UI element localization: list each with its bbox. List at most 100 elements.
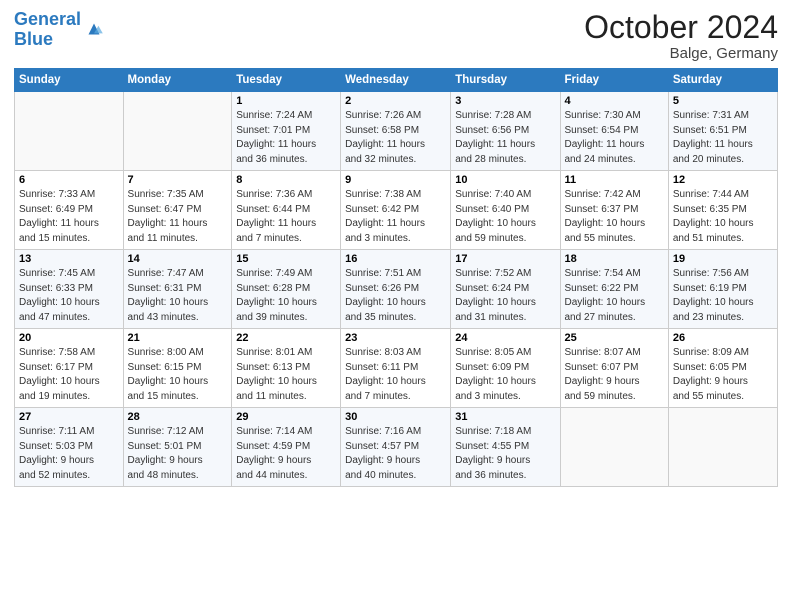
calendar-cell: 15 Sunrise: 7:49 AM Sunset: 6:28 PM Dayli… (232, 250, 341, 329)
weekday-header-sunday: Sunday (15, 69, 124, 92)
title-block: October 2024 Balge, Germany (584, 10, 778, 62)
day-number: 17 (455, 253, 555, 265)
day-info: Sunrise: 7:45 AM Sunset: 6:33 PM Dayligh… (19, 267, 119, 325)
day-info: Sunrise: 8:01 AM Sunset: 6:13 PM Dayligh… (236, 346, 336, 404)
day-info: Sunrise: 7:44 AM Sunset: 6:35 PM Dayligh… (673, 188, 773, 246)
calendar-cell (15, 92, 124, 171)
day-info: Sunrise: 7:54 AM Sunset: 6:22 PM Dayligh… (565, 267, 664, 325)
day-number: 2 (345, 95, 446, 107)
day-info: Sunrise: 7:47 AM Sunset: 6:31 PM Dayligh… (128, 267, 228, 325)
day-number: 7 (128, 174, 228, 186)
calendar-cell: 23 Sunrise: 8:03 AM Sunset: 6:11 PM Dayli… (341, 329, 451, 408)
day-number: 25 (565, 332, 664, 344)
calendar-cell: 12Sunrise: 7:44 AM Sunset: 6:35 PM Dayli… (668, 171, 777, 250)
day-number: 15 (236, 253, 336, 265)
day-number: 20 (19, 332, 119, 344)
calendar-cell: 25 Sunrise: 8:07 AM Sunset: 6:07 PM Dayli… (560, 329, 668, 408)
logo-general: General (14, 9, 81, 29)
day-number: 16 (345, 253, 446, 265)
day-number: 19 (673, 253, 773, 265)
calendar-cell: 16 Sunrise: 7:51 AM Sunset: 6:26 PM Dayli… (341, 250, 451, 329)
day-number: 18 (565, 253, 664, 265)
calendar-page: General Blue October 2024 Balge, Germany… (0, 0, 792, 612)
day-info: Sunrise: 7:12 AM Sunset: 5:01 PM Dayligh… (128, 425, 228, 483)
day-number: 21 (128, 332, 228, 344)
day-info: Sunrise: 7:16 AM Sunset: 4:57 PM Dayligh… (345, 425, 446, 483)
logo-blue: Blue (14, 29, 53, 49)
logo: General Blue (14, 10, 105, 50)
week-row-1: 1Sunrise: 7:24 AM Sunset: 7:01 PM Daylig… (15, 92, 778, 171)
day-info: Sunrise: 8:03 AM Sunset: 6:11 PM Dayligh… (345, 346, 446, 404)
day-number: 3 (455, 95, 555, 107)
day-info: Sunrise: 8:09 AM Sunset: 6:05 PM Dayligh… (673, 346, 773, 404)
calendar-cell: 4Sunrise: 7:30 AM Sunset: 6:54 PM Daylig… (560, 92, 668, 171)
day-number: 9 (345, 174, 446, 186)
day-info: Sunrise: 7:56 AM Sunset: 6:19 PM Dayligh… (673, 267, 773, 325)
calendar-cell: 27 Sunrise: 7:11 AM Sunset: 5:03 PM Dayli… (15, 408, 124, 487)
day-number: 6 (19, 174, 119, 186)
day-number: 4 (565, 95, 664, 107)
location: Balge, Germany (584, 45, 778, 62)
day-info: Sunrise: 7:36 AM Sunset: 6:44 PM Dayligh… (236, 188, 336, 246)
day-info: Sunrise: 7:31 AM Sunset: 6:51 PM Dayligh… (673, 109, 773, 167)
calendar-cell: 2 Sunrise: 7:26 AM Sunset: 6:58 PM Daylig… (341, 92, 451, 171)
day-info: Sunrise: 8:00 AM Sunset: 6:15 PM Dayligh… (128, 346, 228, 404)
calendar-cell: 10 Sunrise: 7:40 AM Sunset: 6:40 PM Dayli… (451, 171, 560, 250)
day-info: Sunrise: 7:52 AM Sunset: 6:24 PM Dayligh… (455, 267, 555, 325)
calendar-cell: 20 Sunrise: 7:58 AM Sunset: 6:17 PM Dayli… (15, 329, 124, 408)
day-number: 27 (19, 411, 119, 423)
weekday-header-monday: Monday (123, 69, 232, 92)
day-info: Sunrise: 7:11 AM Sunset: 5:03 PM Dayligh… (19, 425, 119, 483)
calendar-cell: 29 Sunrise: 7:14 AM Sunset: 4:59 PM Dayli… (232, 408, 341, 487)
day-info: Sunrise: 7:40 AM Sunset: 6:40 PM Dayligh… (455, 188, 555, 246)
day-number: 26 (673, 332, 773, 344)
day-number: 8 (236, 174, 336, 186)
day-number: 10 (455, 174, 555, 186)
day-number: 14 (128, 253, 228, 265)
day-info: Sunrise: 7:58 AM Sunset: 6:17 PM Dayligh… (19, 346, 119, 404)
day-info: Sunrise: 7:49 AM Sunset: 6:28 PM Dayligh… (236, 267, 336, 325)
day-info: Sunrise: 7:51 AM Sunset: 6:26 PM Dayligh… (345, 267, 446, 325)
weekday-header-wednesday: Wednesday (341, 69, 451, 92)
calendar-cell: 18 Sunrise: 7:54 AM Sunset: 6:22 PM Dayli… (560, 250, 668, 329)
calendar-cell (123, 92, 232, 171)
calendar-cell: 13Sunrise: 7:45 AM Sunset: 6:33 PM Dayli… (15, 250, 124, 329)
day-info: Sunrise: 7:35 AM Sunset: 6:47 PM Dayligh… (128, 188, 228, 246)
calendar-cell (560, 408, 668, 487)
weekday-header-friday: Friday (560, 69, 668, 92)
calendar-cell: 6Sunrise: 7:33 AM Sunset: 6:49 PM Daylig… (15, 171, 124, 250)
calendar-cell: 26 Sunrise: 8:09 AM Sunset: 6:05 PM Dayli… (668, 329, 777, 408)
calendar-cell: 28 Sunrise: 7:12 AM Sunset: 5:01 PM Dayli… (123, 408, 232, 487)
calendar-cell: 31Sunrise: 7:18 AM Sunset: 4:55 PM Dayli… (451, 408, 560, 487)
day-info: Sunrise: 7:38 AM Sunset: 6:42 PM Dayligh… (345, 188, 446, 246)
calendar-cell: 19 Sunrise: 7:56 AM Sunset: 6:19 PM Dayli… (668, 250, 777, 329)
week-row-4: 20 Sunrise: 7:58 AM Sunset: 6:17 PM Dayli… (15, 329, 778, 408)
day-number: 29 (236, 411, 336, 423)
day-number: 30 (345, 411, 446, 423)
day-number: 22 (236, 332, 336, 344)
calendar-cell: 14 Sunrise: 7:47 AM Sunset: 6:31 PM Dayli… (123, 250, 232, 329)
week-row-3: 13Sunrise: 7:45 AM Sunset: 6:33 PM Dayli… (15, 250, 778, 329)
day-number: 31 (455, 411, 555, 423)
calendar-cell: 9 Sunrise: 7:38 AM Sunset: 6:42 PM Daylig… (341, 171, 451, 250)
calendar-cell: 17 Sunrise: 7:52 AM Sunset: 6:24 PM Dayli… (451, 250, 560, 329)
calendar-cell: 1Sunrise: 7:24 AM Sunset: 7:01 PM Daylig… (232, 92, 341, 171)
day-info: Sunrise: 7:26 AM Sunset: 6:58 PM Dayligh… (345, 109, 446, 167)
day-info: Sunrise: 8:07 AM Sunset: 6:07 PM Dayligh… (565, 346, 664, 404)
weekday-header-tuesday: Tuesday (232, 69, 341, 92)
day-info: Sunrise: 7:28 AM Sunset: 6:56 PM Dayligh… (455, 109, 555, 167)
weekday-header-row: SundayMondayTuesdayWednesdayThursdayFrid… (15, 69, 778, 92)
day-number: 1 (236, 95, 336, 107)
day-info: Sunrise: 7:42 AM Sunset: 6:37 PM Dayligh… (565, 188, 664, 246)
logo-icon (83, 18, 105, 40)
header: General Blue October 2024 Balge, Germany (14, 10, 778, 62)
calendar-cell (668, 408, 777, 487)
day-number: 5 (673, 95, 773, 107)
calendar-cell: 22 Sunrise: 8:01 AM Sunset: 6:13 PM Dayli… (232, 329, 341, 408)
month-title: October 2024 (584, 10, 778, 45)
day-number: 23 (345, 332, 446, 344)
day-info: Sunrise: 7:14 AM Sunset: 4:59 PM Dayligh… (236, 425, 336, 483)
logo-text: General Blue (14, 10, 81, 50)
calendar-cell: 21 Sunrise: 8:00 AM Sunset: 6:15 PM Dayli… (123, 329, 232, 408)
day-number: 28 (128, 411, 228, 423)
